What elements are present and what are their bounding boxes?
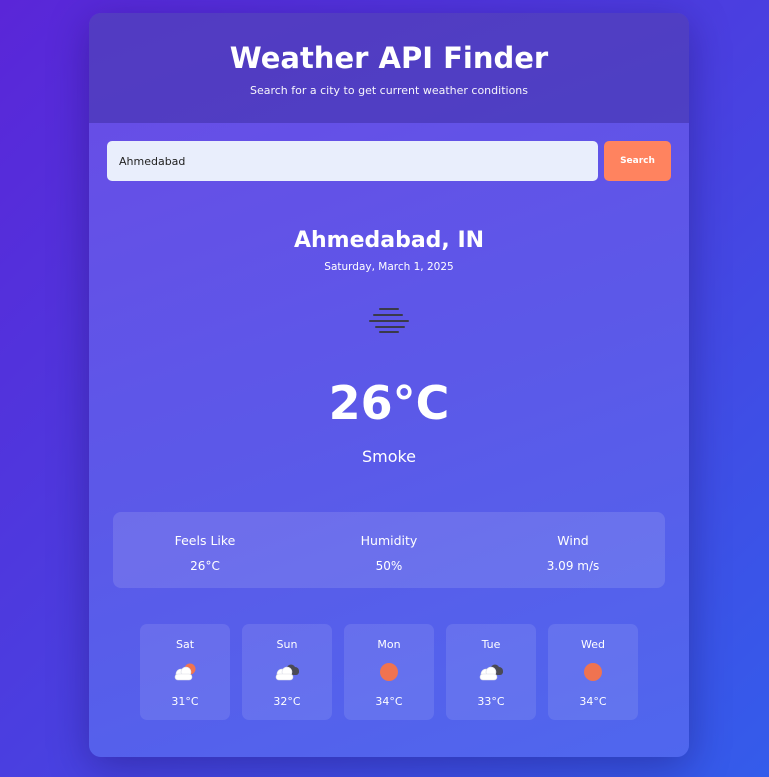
city-search-input[interactable] (107, 141, 598, 181)
forecast-day-name: Sun (276, 638, 298, 651)
app-subtitle: Search for a city to get current weather… (249, 84, 528, 97)
forecast-day-mon: Mon 34°C (344, 624, 434, 720)
detail-humidity: Humidity 50% (297, 512, 481, 588)
forecast-day-sun: Sun 32°C (242, 624, 332, 720)
forecast-day-sat: Sat 31°C (140, 624, 230, 720)
weather-condition: Smoke (361, 447, 417, 466)
forecast-day-name: Mon (377, 638, 401, 651)
weather-details: Feels Like 26°C Humidity 50% Wind 3.09 m… (113, 512, 665, 588)
forecast-day-name: Sat (175, 638, 195, 651)
app-header: Weather API Finder Search for a city to … (89, 13, 689, 123)
detail-value: 26°C (190, 559, 220, 573)
current-weather: Ahmedabad, IN Saturday, March 1, 2025 26… (89, 227, 689, 467)
cloudy-icon (275, 664, 299, 681)
app-title: Weather API Finder (229, 41, 549, 75)
detail-label: Wind (557, 533, 589, 548)
detail-value: 3.09 m/s (546, 559, 600, 573)
forecast-day-temp: 34°C (375, 695, 403, 708)
forecast-day-name: Tue (481, 638, 501, 651)
smoke-icon (369, 308, 409, 333)
detail-label: Humidity (360, 533, 418, 548)
forecast-day-wed: Wed 34°C (548, 624, 638, 720)
cloudy-icon (479, 664, 503, 681)
forecast-day-temp: 34°C (579, 695, 607, 708)
detail-value: 50% (375, 559, 403, 573)
sun-icon (380, 663, 398, 681)
forecast-row: Sat 31°C Sun 32°C Mon 34°C Tue 33°C Wed … (140, 624, 638, 720)
forecast-day-temp: 31°C (171, 695, 199, 708)
search-button[interactable]: Search (604, 141, 671, 181)
detail-wind: Wind 3.09 m/s (481, 512, 665, 588)
current-date: Saturday, March 1, 2025 (324, 261, 454, 273)
forecast-day-temp: 32°C (273, 695, 301, 708)
weather-card: Weather API Finder Search for a city to … (89, 13, 689, 757)
partly-cloudy-sun-icon (174, 663, 196, 681)
detail-feels-like: Feels Like 26°C (113, 512, 297, 588)
sun-icon (584, 663, 602, 681)
forecast-day-name: Wed (581, 638, 605, 651)
city-name: Ahmedabad, IN (293, 228, 485, 253)
detail-label: Feels Like (174, 533, 236, 548)
forecast-day-tue: Tue 33°C (446, 624, 536, 720)
forecast-day-temp: 33°C (477, 695, 505, 708)
search-bar: Search (107, 141, 671, 181)
current-temperature: 26°C (328, 376, 450, 430)
